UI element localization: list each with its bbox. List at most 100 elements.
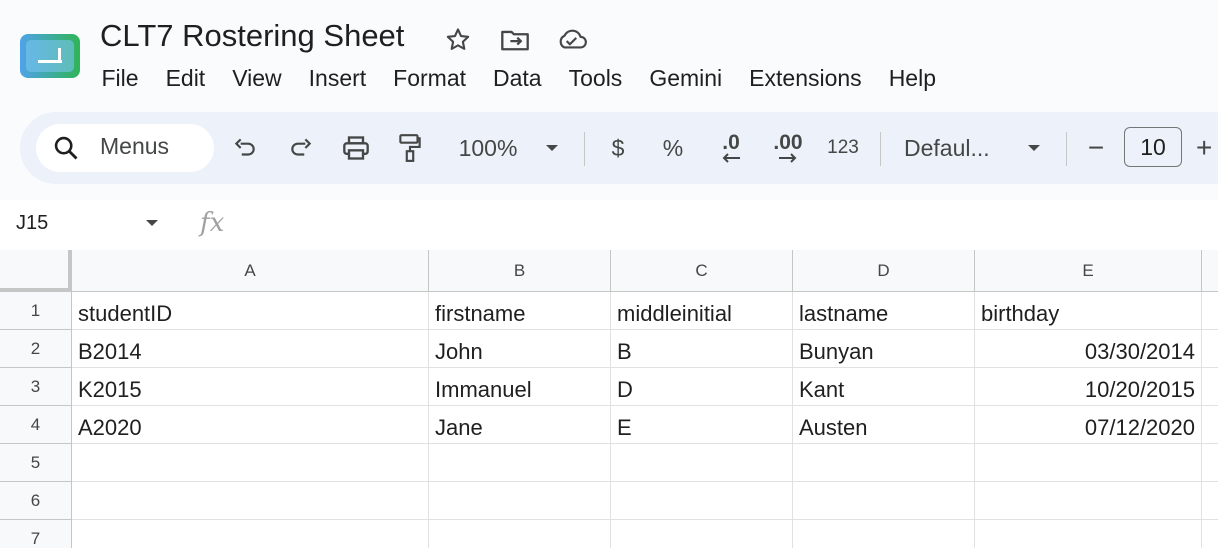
cell-b1[interactable]: firstname <box>429 292 611 330</box>
menu-bar: File Edit View Insert Format Data Tools … <box>88 62 950 94</box>
zoom-value[interactable]: 100% <box>452 130 524 166</box>
font-family-select[interactable]: Defaul... <box>904 130 1004 166</box>
cell-d1[interactable]: lastname <box>793 292 975 330</box>
decrease-font-size-button[interactable]: − <box>1082 130 1110 166</box>
cell-c4[interactable]: E <box>611 406 793 444</box>
cell-a4[interactable]: A2020 <box>72 406 429 444</box>
increase-decimal-label: .00 <box>773 131 803 154</box>
formula-input[interactable] <box>250 206 1210 242</box>
cell-d7[interactable] <box>793 520 975 548</box>
menu-data[interactable]: Data <box>480 62 556 94</box>
column-header-d[interactable]: D <box>793 250 975 292</box>
cell-a1[interactable]: studentID <box>72 292 429 330</box>
cell-d4[interactable]: Austen <box>793 406 975 444</box>
row-header-7[interactable]: 7 <box>0 520 72 548</box>
menu-file[interactable]: File <box>88 62 152 94</box>
cell-a5[interactable] <box>72 444 429 482</box>
cell-e6[interactable] <box>975 482 1202 520</box>
cell-d3[interactable]: Kant <box>793 368 975 406</box>
move-to-folder-icon[interactable] <box>499 24 531 56</box>
cell-b3[interactable]: Immanuel <box>429 368 611 406</box>
cell-b5[interactable] <box>429 444 611 482</box>
toolbar-divider <box>880 132 881 166</box>
cell-c5[interactable] <box>611 444 793 482</box>
menu-extensions[interactable]: Extensions <box>736 62 876 94</box>
cell-f3[interactable] <box>1202 368 1218 406</box>
menu-help[interactable]: Help <box>875 62 949 94</box>
cell-a7[interactable] <box>72 520 429 548</box>
cell-e7[interactable] <box>975 520 1202 548</box>
cell-a3[interactable]: K2015 <box>72 368 429 406</box>
row-header-4[interactable]: 4 <box>0 406 72 444</box>
cell-e5[interactable] <box>975 444 1202 482</box>
cell-b2[interactable]: John <box>429 330 611 368</box>
print-icon[interactable] <box>338 130 374 166</box>
cell-d5[interactable] <box>793 444 975 482</box>
arrow-right-icon <box>779 153 797 163</box>
font-dropdown-icon[interactable] <box>1022 130 1046 166</box>
menu-format[interactable]: Format <box>380 62 480 94</box>
name-box-dropdown-icon[interactable] <box>144 218 160 228</box>
spreadsheet-grid: A B C D E 1 2 3 4 5 6 7 studentID firstn… <box>0 250 1218 548</box>
row-header-3[interactable]: 3 <box>0 368 72 406</box>
cell-d2[interactable]: Bunyan <box>793 330 975 368</box>
column-header-e[interactable]: E <box>975 250 1202 292</box>
row-header-2[interactable]: 2 <box>0 330 72 368</box>
cell-f4[interactable] <box>1202 406 1218 444</box>
cell-d6[interactable] <box>793 482 975 520</box>
menu-insert[interactable]: Insert <box>295 62 380 94</box>
decrease-decimal-button[interactable]: .0 <box>712 130 750 166</box>
select-all-corner[interactable] <box>0 250 72 292</box>
toolbar-divider <box>584 132 585 166</box>
cell-c3[interactable]: D <box>611 368 793 406</box>
column-header-b[interactable]: B <box>429 250 611 292</box>
cell-a2[interactable]: B2014 <box>72 330 429 368</box>
name-box[interactable]: J15 <box>16 212 48 235</box>
column-header-c[interactable]: C <box>611 250 793 292</box>
cell-b4[interactable]: Jane <box>429 406 611 444</box>
sheets-logo-icon[interactable] <box>20 34 80 78</box>
menu-tools[interactable]: Tools <box>555 62 636 94</box>
column-header-a[interactable]: A <box>72 250 429 292</box>
increase-decimal-button[interactable]: .00 <box>768 130 808 166</box>
undo-icon[interactable] <box>228 130 262 166</box>
row-header-6[interactable]: 6 <box>0 482 72 520</box>
zoom-dropdown-icon[interactable] <box>540 130 564 166</box>
cell-e3[interactable]: 10/20/2015 <box>975 368 1202 406</box>
cell-c2[interactable]: B <box>611 330 793 368</box>
font-size-input[interactable]: 10 <box>1124 127 1182 167</box>
fx-icon: fx <box>200 208 225 238</box>
row-header-5[interactable]: 5 <box>0 444 72 482</box>
cell-f6[interactable] <box>1202 482 1218 520</box>
arrow-left-icon <box>722 153 740 163</box>
menu-edit[interactable]: Edit <box>152 62 219 94</box>
cell-f2[interactable] <box>1202 330 1218 368</box>
cell-e1[interactable]: birthday <box>975 292 1202 330</box>
paint-format-icon[interactable] <box>394 130 426 166</box>
cell-f1[interactable] <box>1202 292 1218 330</box>
cell-c1[interactable]: middleinitial <box>611 292 793 330</box>
more-formats-button[interactable]: 123 <box>824 130 862 166</box>
cloud-saved-icon[interactable] <box>556 24 588 56</box>
row-header-1[interactable]: 1 <box>0 292 72 330</box>
cell-f7[interactable] <box>1202 520 1218 548</box>
cell-e2[interactable]: 03/30/2014 <box>975 330 1202 368</box>
redo-icon[interactable] <box>284 130 318 166</box>
increase-font-size-button[interactable]: + <box>1196 130 1218 166</box>
currency-format-button[interactable]: $ <box>604 130 632 166</box>
cell-c6[interactable] <box>611 482 793 520</box>
cell-b7[interactable] <box>429 520 611 548</box>
cell-b6[interactable] <box>429 482 611 520</box>
toolbar-divider <box>1066 132 1067 166</box>
percent-format-button[interactable]: % <box>658 130 688 166</box>
cell-e4[interactable]: 07/12/2020 <box>975 406 1202 444</box>
search-placeholder: Menus <box>100 133 170 159</box>
menu-gemini[interactable]: Gemini <box>636 62 736 94</box>
star-icon[interactable] <box>442 24 474 56</box>
document-title[interactable]: CLT7 Rostering Sheet <box>100 18 404 54</box>
cell-a6[interactable] <box>72 482 429 520</box>
cell-c7[interactable] <box>611 520 793 548</box>
menu-view[interactable]: View <box>219 62 295 94</box>
column-header-f[interactable] <box>1202 250 1218 292</box>
cell-f5[interactable] <box>1202 444 1218 482</box>
